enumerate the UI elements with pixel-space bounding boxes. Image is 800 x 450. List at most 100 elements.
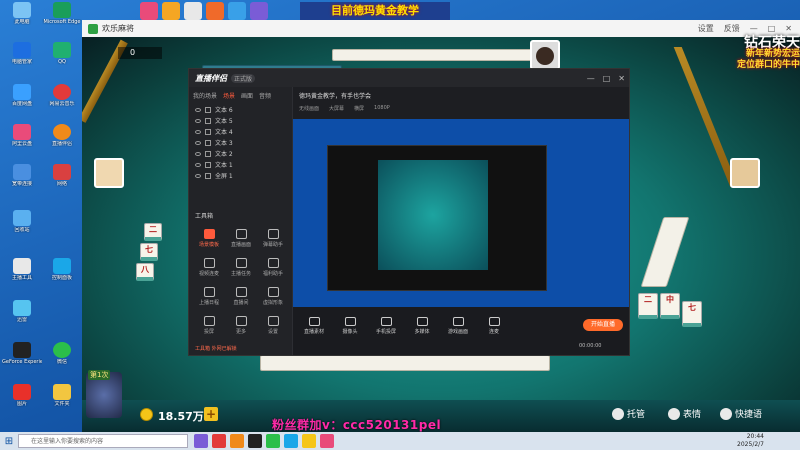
scene-item[interactable]: 文本 5 [189,115,292,126]
desktop-icon[interactable]: 回收站 [2,210,42,246]
desktop-icon[interactable]: 文件夹 [42,384,82,420]
feedback-button[interactable]: 反馈 [724,23,740,34]
camera-button[interactable]: 摄像头 [333,317,367,335]
source-icon [205,172,211,179]
toolbox-title: 工具箱 [195,213,214,220]
scene-item[interactable]: 文本 3 [189,137,292,148]
eye-icon [195,140,201,145]
stream-title-field[interactable]: 德玛黄金教学，有手也学会 [299,91,519,102]
taskbar-search-input[interactable]: 在这里输入你要搜索的内容 [18,434,188,448]
eye-icon [195,173,201,178]
live-elapsed-time: 00:00:00 [579,343,602,349]
windows-start-icon[interactable]: ⊞ [0,432,18,450]
app-icon[interactable] [228,2,246,20]
nested-preview [327,145,547,291]
obs-tabs: 我的场景 场景 画面 音频 [189,87,292,104]
quick-chat-button[interactable]: 快捷语 [720,407,762,420]
app-icon[interactable] [140,2,158,20]
tool-room[interactable]: 直播间 [225,287,257,306]
stream-companion-window: 直播伴侣 正式版 — □ ✕ 我的场景 场景 画面 音频 文本 6 文本 5 文… [188,68,630,356]
tool-schedule[interactable]: 上播日程 [193,287,225,306]
tool-live-canvas[interactable]: 直播画面 [225,229,257,248]
tab-scenes[interactable]: 场景 [223,91,235,100]
tile-left: 二 [144,223,162,241]
start-live-button[interactable]: 开始直播 [583,319,623,331]
taskbar: ⊞ 在这里输入你要搜索的内容 20:44 2025/2/7 [0,432,800,450]
desktop-icon[interactable]: GeForce Experience [2,342,42,378]
scene-item[interactable]: 文本 4 [189,126,292,137]
emoji-button[interactable]: 表情 [668,407,701,420]
desktop-icon[interactable]: QQ [42,42,82,78]
desktop-icon[interactable]: 主播工具 [2,258,42,294]
live-assets-button[interactable]: 直播素材 [297,317,331,335]
scene-item[interactable]: 文本 2 [189,148,292,159]
taskbar-app-icon[interactable] [302,434,316,448]
taskbar-app-icon[interactable] [284,434,298,448]
scene-item[interactable]: 文本 6 [189,104,292,115]
source-icon [205,117,211,124]
desktop-icon[interactable]: 微信 [42,342,82,378]
minimize-button[interactable]: — [750,24,758,33]
settings-button[interactable]: 设置 [698,23,714,34]
desktop-icon[interactable]: 图片 [2,384,42,420]
media-button[interactable]: 多媒体 [405,317,439,335]
source-icon [205,106,211,113]
chat-icon [720,407,732,420]
desktop-icon[interactable]: 电脑管家 [2,42,42,78]
tool-scene-template[interactable]: 场景模板 [193,229,225,248]
desktop-icon[interactable]: 控制面板 [42,258,82,294]
hand-icon [612,407,624,420]
desktop-icon[interactable]: 直播伴侣 [42,124,82,160]
taskbar-app-icon[interactable] [212,434,226,448]
game-window-title: 欢乐麻将 [102,24,134,33]
tool-danmaku[interactable]: 弹幕助手 [257,229,289,248]
tab-my-scenes[interactable]: 我的场景 [193,91,217,100]
tool-tasks[interactable]: 主播任务 [225,258,257,277]
desktop-icon[interactable]: Microsoft Edge [42,2,82,38]
tool-avatar[interactable]: 虚拟形象 [257,287,289,306]
obs-brand: 直播伴侣 [195,73,227,83]
tile-left: 七 [140,243,158,261]
app-icon[interactable] [184,2,202,20]
tile-right: 七 [682,301,702,327]
desktop-icon[interactable]: 百度网盘 [2,84,42,120]
tool-settings[interactable]: 设置 [257,316,289,335]
obs-close-button[interactable]: ✕ [618,74,625,83]
tab-audio[interactable]: 音频 [259,91,271,100]
add-coins-button[interactable]: + [204,407,218,421]
desktop-icon[interactable]: 宽带连接 [2,164,42,200]
taskbar-app-icon[interactable] [230,434,244,448]
desktop-icon[interactable]: 此电脑 [2,2,42,38]
taskbar-app-icon[interactable] [194,434,208,448]
obs-maximize-button[interactable]: □ [603,74,611,83]
app-icon[interactable] [162,2,180,20]
scene-item[interactable]: 全屏 1 [189,170,292,181]
tile-right: 中 [660,293,680,319]
tool-cast[interactable]: 投屏 [193,316,225,335]
tool-benefits[interactable]: 福利助手 [257,258,289,277]
obs-header: 直播伴侣 正式版 — □ ✕ [189,69,629,87]
desktop-icon[interactable]: 网易云音乐 [42,84,82,120]
link-mic-button[interactable]: 连麦 [477,317,511,335]
desktop-icon[interactable]: 迅雷 [2,300,42,336]
game-capture-button[interactable]: 游戏画面 [441,317,475,335]
close-button[interactable]: ✕ [785,24,792,33]
desktop-icon[interactable]: 阿里云盘 [2,124,42,160]
auto-play-button[interactable]: 托管 [612,407,645,420]
maximize-button[interactable]: □ [768,24,776,33]
eye-icon [195,162,201,167]
app-icon[interactable] [206,2,224,20]
taskbar-app-icon[interactable] [248,434,262,448]
obs-minimize-button[interactable]: — [587,74,595,83]
tool-more[interactable]: 更多 [225,316,257,335]
taskbar-app-icon[interactable] [266,434,280,448]
taskbar-clock[interactable]: 20:44 2025/2/7 [737,433,764,449]
tab-canvas[interactable]: 画面 [241,91,253,100]
phone-cast-button[interactable]: 手机投屏 [369,317,403,335]
scene-item[interactable]: 文本 1 [189,159,292,170]
tool-video-link[interactable]: 视频连麦 [193,258,225,277]
desktop-icon[interactable]: 网络 [42,164,82,200]
app-icon[interactable] [250,2,268,20]
taskbar-app-icon[interactable] [320,434,334,448]
obs-main: 德玛黄金教学，有手也学会 无线画面 大屏幕 横屏 1080P 直播素材 摄像头 … [293,87,629,355]
